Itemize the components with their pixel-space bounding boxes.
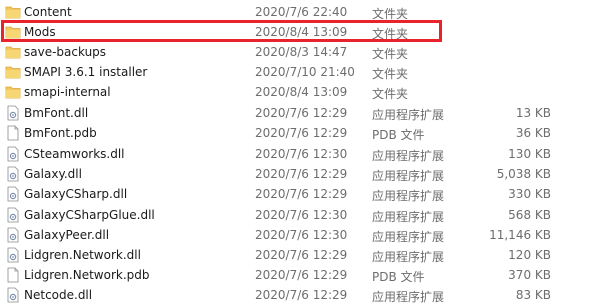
dll-file-icon [7, 105, 19, 121]
file-type: 应用程序扩展 [372, 149, 445, 163]
folder-icon [5, 26, 21, 39]
file-size: 5,038 KB [496, 167, 551, 181]
file-date: 2020/7/6 12:29 [255, 167, 348, 181]
folder-icon [5, 66, 21, 79]
file-date: 2020/7/6 22:40 [255, 5, 348, 19]
file-date: 2020/7/10 21:40 [255, 65, 355, 79]
file-date: 2020/8/3 14:47 [255, 45, 348, 59]
file-name: GalaxyPeer.dll [24, 228, 110, 242]
dll-file-icon [7, 207, 19, 223]
file-name: save-backups [24, 45, 107, 59]
file-row[interactable]: Content 2020/7/6 22:40 文件夹 [0, 2, 591, 22]
file-date: 2020/8/4 13:09 [255, 25, 348, 39]
file-date: 2020/7/6 12:30 [255, 147, 348, 161]
dll-file-icon [7, 166, 19, 182]
folder-icon [5, 6, 21, 19]
dll-file-icon [7, 186, 19, 202]
file-type: 文件夹 [372, 7, 409, 21]
file-size: 568 KB [508, 208, 551, 222]
file-name: BmFont.dll [24, 106, 89, 120]
file-type: PDB 文件 [372, 270, 425, 284]
file-row[interactable]: Mods 2020/8/4 13:09 文件夹 [0, 22, 591, 42]
file-row[interactable]: Netcode.dll 2020/7/6 12:29 应用程序扩展 83 KB [0, 285, 591, 305]
file-row[interactable]: Lidgren.Network.pdb 2020/7/6 12:29 PDB 文… [0, 265, 591, 285]
file-name: Content [24, 5, 72, 19]
file-row[interactable]: Galaxy.dll 2020/7/6 12:29 应用程序扩展 5,038 K… [0, 164, 591, 184]
file-size: 120 KB [508, 248, 551, 262]
file-type: 应用程序扩展 [372, 189, 445, 203]
file-size: 36 KB [515, 126, 551, 140]
file-size: 11,146 KB [489, 228, 551, 242]
file-row[interactable]: BmFont.dll 2020/7/6 12:29 应用程序扩展 13 KB [0, 103, 591, 123]
file-type: 应用程序扩展 [372, 290, 445, 304]
file-list: Content 2020/7/6 22:40 文件夹 Mods 2020/8/4… [0, 0, 591, 305]
file-type: 应用程序扩展 [372, 210, 445, 224]
file-date: 2020/7/6 12:29 [255, 126, 348, 140]
file-name: GalaxyCSharp.dll [24, 187, 128, 201]
file-type: 文件夹 [372, 67, 409, 81]
file-type: 应用程序扩展 [372, 108, 445, 122]
file-row[interactable]: GalaxyCSharpGlue.dll 2020/7/6 12:30 应用程序… [0, 205, 591, 225]
file-name: Netcode.dll [24, 288, 93, 302]
file-row[interactable]: SMAPI 3.6.1 installer 2020/7/10 21:40 文件… [0, 62, 591, 82]
file-row[interactable]: smapi-internal 2020/8/4 13:09 文件夹 [0, 82, 591, 102]
dll-file-icon [7, 146, 19, 162]
file-name: GalaxyCSharpGlue.dll [24, 208, 155, 222]
file-name: Mods [24, 25, 56, 39]
file-type: 文件夹 [372, 87, 409, 101]
dll-file-icon [7, 247, 19, 263]
dll-file-icon [7, 227, 19, 243]
file-type: 应用程序扩展 [372, 169, 445, 183]
file-size: 83 KB [515, 288, 551, 302]
file-size: 330 KB [508, 187, 551, 201]
file-type: 应用程序扩展 [372, 230, 445, 244]
file-date: 2020/7/6 12:29 [255, 248, 348, 262]
file-row[interactable]: CSteamworks.dll 2020/7/6 12:30 应用程序扩展 13… [0, 144, 591, 164]
file-date: 2020/7/6 12:30 [255, 228, 348, 242]
file-size: 13 KB [515, 106, 551, 120]
file-name: Galaxy.dll [24, 167, 82, 181]
file-icon [7, 125, 19, 141]
file-size: 130 KB [508, 147, 551, 161]
file-row[interactable]: GalaxyCSharp.dll 2020/7/6 12:29 应用程序扩展 3… [0, 184, 591, 204]
file-type: 文件夹 [372, 47, 409, 61]
folder-icon [5, 86, 21, 99]
file-name: Lidgren.Network.pdb [24, 268, 150, 282]
file-row[interactable]: GalaxyPeer.dll 2020/7/6 12:30 应用程序扩展 11,… [0, 225, 591, 245]
file-date: 2020/8/4 13:09 [255, 85, 348, 99]
file-date: 2020/7/6 12:29 [255, 187, 348, 201]
file-row[interactable]: Lidgren.Network.dll 2020/7/6 12:29 应用程序扩… [0, 245, 591, 265]
file-icon [7, 267, 19, 283]
file-type: 应用程序扩展 [372, 250, 445, 264]
file-name: SMAPI 3.6.1 installer [24, 65, 148, 79]
file-size: 370 KB [508, 268, 551, 282]
folder-icon [5, 46, 21, 59]
file-type: PDB 文件 [372, 128, 425, 142]
file-name: BmFont.pdb [24, 126, 97, 140]
file-name: CSteamworks.dll [24, 147, 125, 161]
file-date: 2020/7/6 12:30 [255, 208, 348, 222]
file-row[interactable]: BmFont.pdb 2020/7/6 12:29 PDB 文件 36 KB [0, 123, 591, 143]
file-date: 2020/7/6 12:29 [255, 268, 348, 282]
file-type: 文件夹 [372, 27, 409, 41]
file-date: 2020/7/6 12:29 [255, 106, 348, 120]
file-date: 2020/7/6 12:29 [255, 288, 348, 302]
file-name: smapi-internal [24, 85, 111, 99]
file-name: Lidgren.Network.dll [24, 248, 141, 262]
file-row[interactable]: save-backups 2020/8/3 14:47 文件夹 [0, 42, 591, 62]
dll-file-icon [7, 287, 19, 303]
